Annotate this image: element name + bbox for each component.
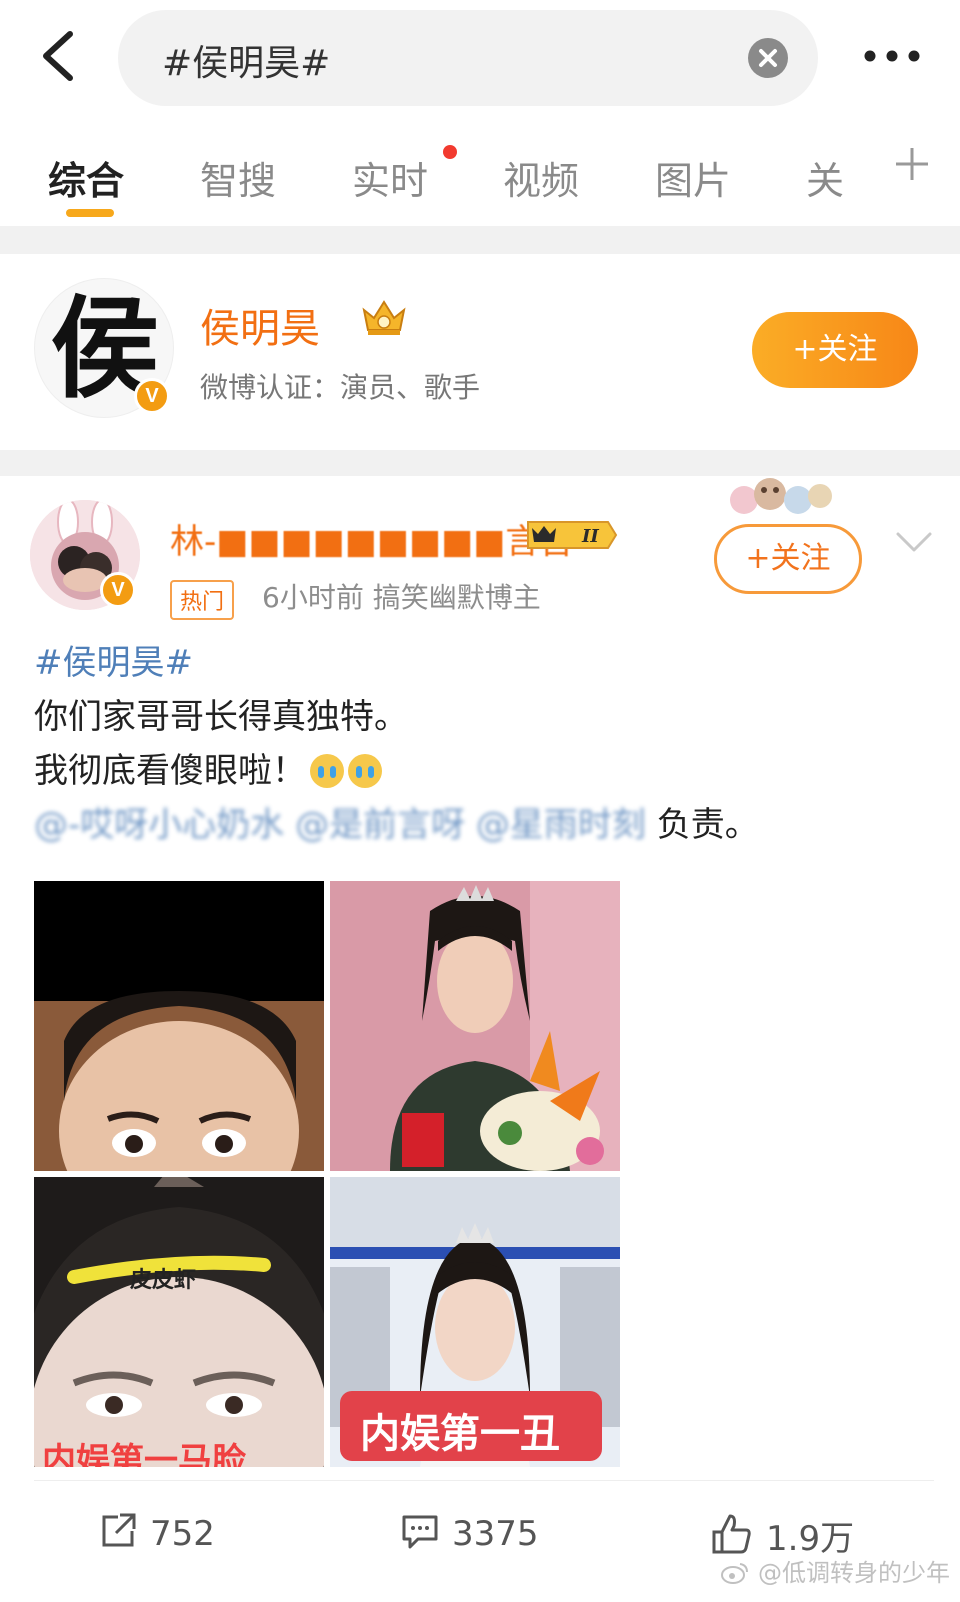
active-tab-indicator — [66, 209, 114, 217]
user-card[interactable]: 侯 V 侯明昊 微博认证：演员、歌手 +关注 — [0, 254, 960, 450]
hot-tag: 热门 — [170, 580, 235, 620]
level-badge-text: II — [581, 526, 599, 547]
user-name[interactable]: 侯明昊 — [200, 296, 320, 354]
post-text-line: 你们家哥哥长得真独特。 — [34, 697, 408, 737]
watermark: @低调转身的少年 — [720, 1553, 950, 1588]
image-tag: 皮皮虾 — [130, 1267, 196, 1293]
post-text: #侯明昊# 你们家哥哥长得真独特。 我彻底看傻眼啦！ @-哎呀小心奶水 @是前言… — [34, 636, 934, 852]
post-text-suffix: 负责。 — [656, 805, 759, 845]
crown-icon — [358, 296, 410, 338]
post-card: V 林-■■■■■■■■■言吉 II 热门 6小时前 搞笑幽默博主 +关注 #侯… — [0, 476, 960, 1602]
mention-links[interactable]: @-哎呀小心奶水 @是前言呀 @星雨时刻 — [34, 805, 646, 845]
image-caption: 内娱第一马脸 — [42, 1441, 246, 1467]
crying-emoji-icon — [310, 754, 344, 788]
post-follow-button[interactable]: +关注 — [714, 524, 862, 594]
tab-video[interactable]: 视频 — [503, 150, 579, 205]
post-image[interactable] — [34, 881, 324, 1171]
repost-button[interactable]: 752 — [98, 1511, 215, 1555]
comment-count: 3375 — [452, 1514, 539, 1554]
post-image[interactable] — [330, 881, 620, 1171]
weibo-logo-icon — [721, 1563, 749, 1584]
post-image[interactable]: 内娱第一丑 — [330, 1177, 620, 1467]
follow-button[interactable]: +关注 — [752, 312, 918, 388]
clear-icon[interactable] — [748, 38, 788, 78]
top-bar: #侯明昊# — [0, 0, 960, 112]
topic-link[interactable]: #侯明昊# — [34, 643, 193, 683]
section-divider — [0, 226, 960, 254]
tab-smart-search[interactable]: 智搜 — [200, 150, 276, 205]
search-tabs: 综合 智搜 实时 视频 图片 关 — [0, 112, 960, 226]
more-options-icon[interactable] — [860, 36, 924, 76]
post-author-name[interactable]: 林-■■■■■■■■■言吉 — [170, 514, 573, 563]
repost-icon — [102, 1513, 136, 1547]
comment-icon — [402, 1515, 438, 1549]
post-meta: 6小时前 搞笑幽默博主 — [262, 581, 541, 614]
verified-badge-icon: V — [100, 572, 136, 608]
watermark-text: @低调转身的少年 — [758, 1559, 950, 1587]
add-tab-icon[interactable] — [892, 144, 932, 184]
repost-count: 752 — [150, 1514, 215, 1554]
chevron-down-icon[interactable] — [894, 528, 934, 558]
tab-follow[interactable]: 关 — [806, 150, 844, 205]
verified-badge-icon: V — [134, 378, 170, 414]
image-caption: 内娱第一丑 — [360, 1411, 560, 1457]
decorative-sticker-icon — [724, 470, 838, 524]
tab-images[interactable]: 图片 — [655, 150, 731, 205]
back-icon[interactable] — [34, 28, 86, 84]
verification-text: 微博认证：演员、歌手 — [200, 371, 481, 404]
notification-dot — [443, 145, 457, 159]
thumbs-up-icon — [712, 1514, 751, 1554]
search-query: #侯明昊# — [162, 43, 331, 84]
crying-emoji-icon — [348, 754, 382, 788]
tab-comprehensive[interactable]: 综合 — [48, 150, 124, 205]
like-button[interactable]: 1.9万 — [710, 1511, 854, 1559]
post-text-line: 我彻底看傻眼啦！ — [34, 751, 306, 791]
tab-realtime[interactable]: 实时 — [352, 150, 428, 205]
comment-button[interactable]: 3375 — [400, 1511, 539, 1555]
post-image[interactable]: 皮皮虾 内娱第一马脸 — [34, 1177, 324, 1467]
level-badge-icon: II — [524, 518, 620, 552]
search-input[interactable]: #侯明昊# — [118, 10, 818, 106]
